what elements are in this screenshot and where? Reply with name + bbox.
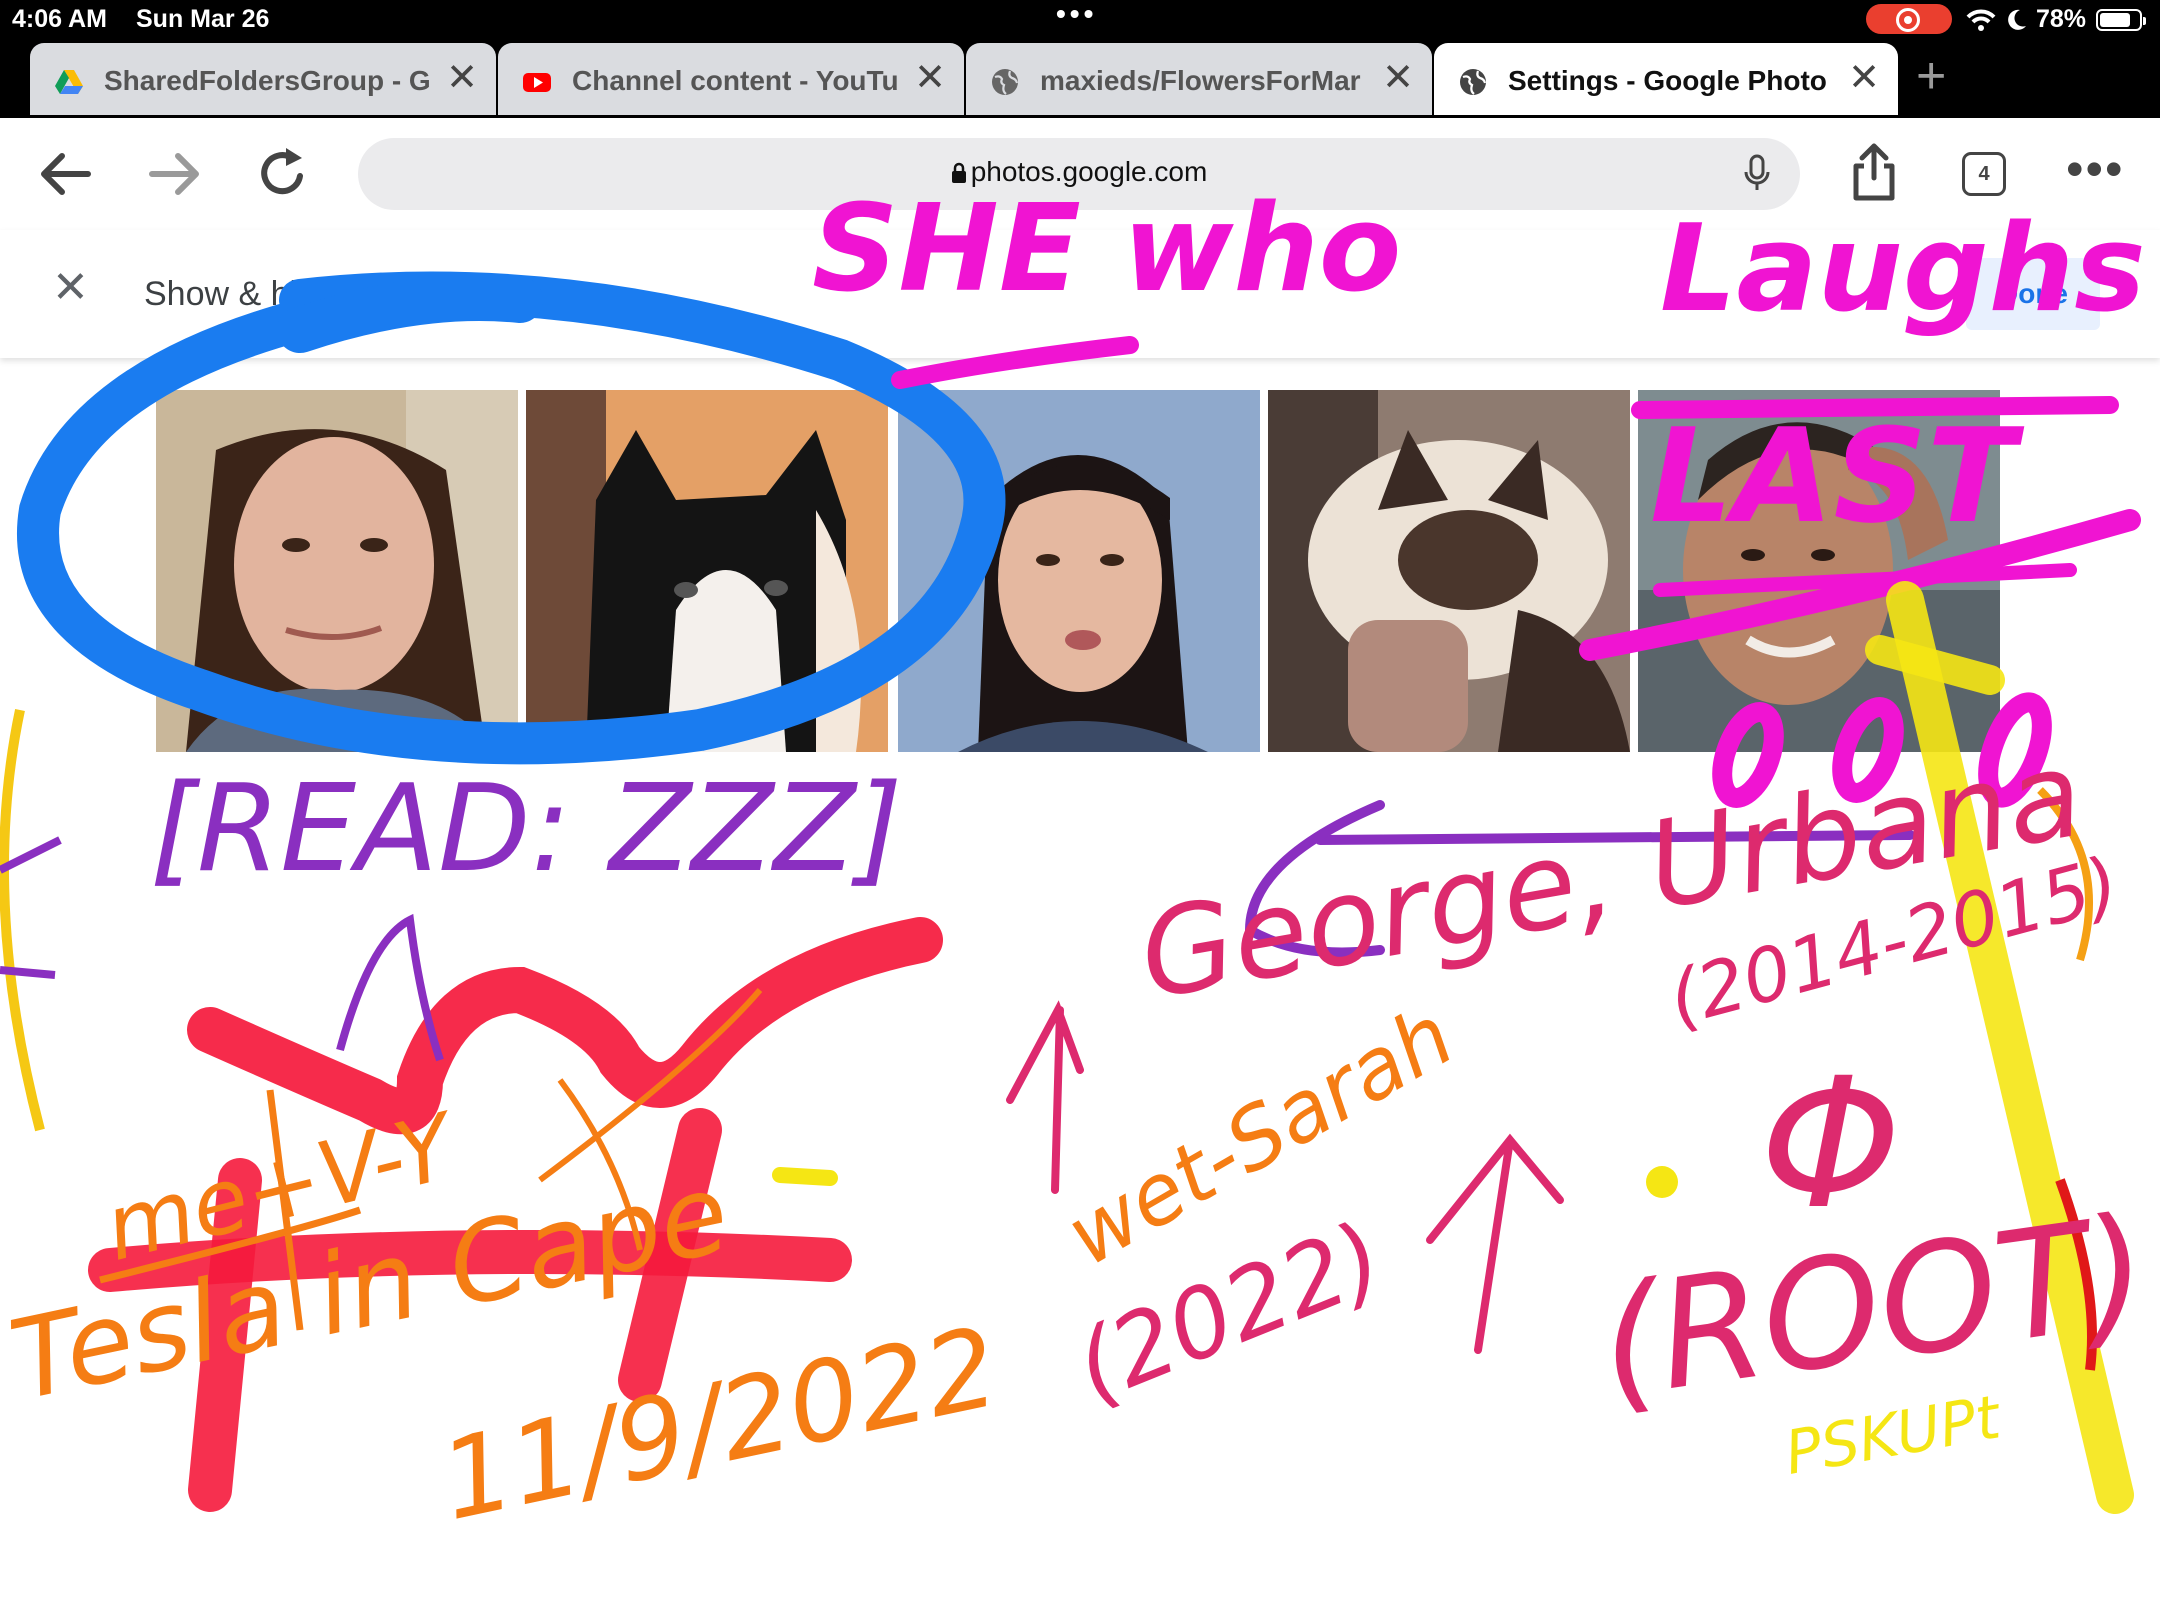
- page-header: ✕ Show & hide faces Done: [0, 230, 2160, 358]
- annotation-yellow-note: PSKUPt: [1780, 1382, 2006, 1489]
- microphone-icon[interactable]: [1744, 154, 1770, 192]
- annotation-me-v-y: me+V-Y: [95, 1094, 464, 1282]
- annotation-george-urbana: George, Urbana: [1130, 724, 2092, 1027]
- face-thumbnail: [1638, 390, 2000, 752]
- tab-google-photos-settings[interactable]: Settings - Google Photo ✕: [1434, 43, 1898, 115]
- forward-icon[interactable]: [148, 150, 202, 198]
- browser-toolbar: photos.google.com 4 •••: [0, 118, 2160, 232]
- youtube-icon: [523, 73, 551, 92]
- lock-icon: [951, 162, 966, 183]
- tab-title: maxieds/FlowersForMar: [1040, 65, 1361, 96]
- google-drive-icon: [55, 70, 83, 94]
- close-tab-icon[interactable]: ✕: [1848, 59, 1880, 97]
- close-tab-icon[interactable]: ✕: [1382, 59, 1414, 97]
- annotation-george-years: (2014-2015): [1660, 840, 2128, 1044]
- red-scribble-stroke: [187, 917, 943, 1135]
- face-thumbnail: [1268, 390, 1630, 752]
- close-tab-icon[interactable]: ✕: [914, 59, 946, 97]
- multitasking-dots-icon[interactable]: •••: [1056, 0, 1097, 30]
- globe-icon: [992, 69, 1019, 95]
- tab-title: SharedFoldersGroup - G: [104, 65, 431, 96]
- tab-title: Channel content - YouTu: [572, 65, 899, 96]
- close-tab-icon[interactable]: ✕: [446, 59, 478, 97]
- battery-percent: 78%: [2036, 5, 2087, 33]
- tab-shared-folders[interactable]: SharedFoldersGroup - G ✕: [30, 43, 496, 115]
- annotation-wet-year: (2022): [1060, 1200, 1398, 1424]
- face-thumbnail: [526, 390, 888, 752]
- moon-icon: [2008, 9, 2026, 30]
- face-thumbnail: [898, 390, 1260, 752]
- annotation-tesla-cape: Tesla in Cape: [0, 1148, 740, 1426]
- wifi-icon: [1966, 9, 1996, 31]
- address-bar[interactable]: photos.google.com: [358, 138, 1800, 210]
- tab-switcher-button[interactable]: 4: [1962, 152, 2006, 196]
- face-tile-ragdoll-cat[interactable]: [1268, 390, 1630, 752]
- annotation-tesla-date: 11/9/2022: [430, 1302, 1009, 1546]
- url-text: photos.google.com: [970, 156, 1208, 187]
- annotation-root: (ROOT): [1590, 1183, 2158, 1433]
- face-thumbnail: [156, 390, 518, 752]
- tab-youtube[interactable]: Channel content - YouTu ✕: [498, 43, 964, 115]
- new-tab-icon[interactable]: +: [1916, 50, 1946, 102]
- reload-icon[interactable]: [256, 146, 310, 200]
- annotation-read-note: [READ: ZZZ]: [150, 760, 903, 899]
- back-icon[interactable]: [38, 150, 92, 198]
- globe-icon: [1460, 69, 1487, 95]
- tab-github[interactable]: maxieds/FlowersForMar ✕: [966, 43, 1432, 115]
- tab-title: Settings - Google Photo: [1508, 65, 1827, 96]
- done-button[interactable]: Done: [1966, 258, 2100, 330]
- page-title: Show & hide faces: [144, 275, 426, 313]
- status-time: 4:06 AM: [12, 5, 107, 33]
- share-icon[interactable]: [1850, 142, 1898, 202]
- tab-bar: SharedFoldersGroup - G ✕ Channel content…: [0, 40, 2160, 118]
- annotation-wet-sarah: wet-Sarah: [1050, 986, 1470, 1285]
- close-icon[interactable]: ✕: [52, 266, 89, 310]
- face-grid: [156, 390, 2006, 754]
- status-bar: 4:06 AM Sun Mar 26 ••• 78%: [0, 0, 2160, 40]
- more-options-icon[interactable]: •••: [2066, 140, 2125, 198]
- status-date: Sun Mar 26: [136, 5, 270, 33]
- battery-icon: [2096, 9, 2146, 31]
- face-tile-woman-brown-hair[interactable]: [156, 390, 518, 752]
- screen-recording-indicator[interactable]: [1866, 4, 1952, 34]
- face-tile-black-white-cat[interactable]: [526, 390, 888, 752]
- face-tile-man[interactable]: [1638, 390, 2000, 752]
- face-tile-woman-black-hair[interactable]: [898, 390, 1260, 752]
- annotation-phi: Φ: [1760, 1040, 1902, 1249]
